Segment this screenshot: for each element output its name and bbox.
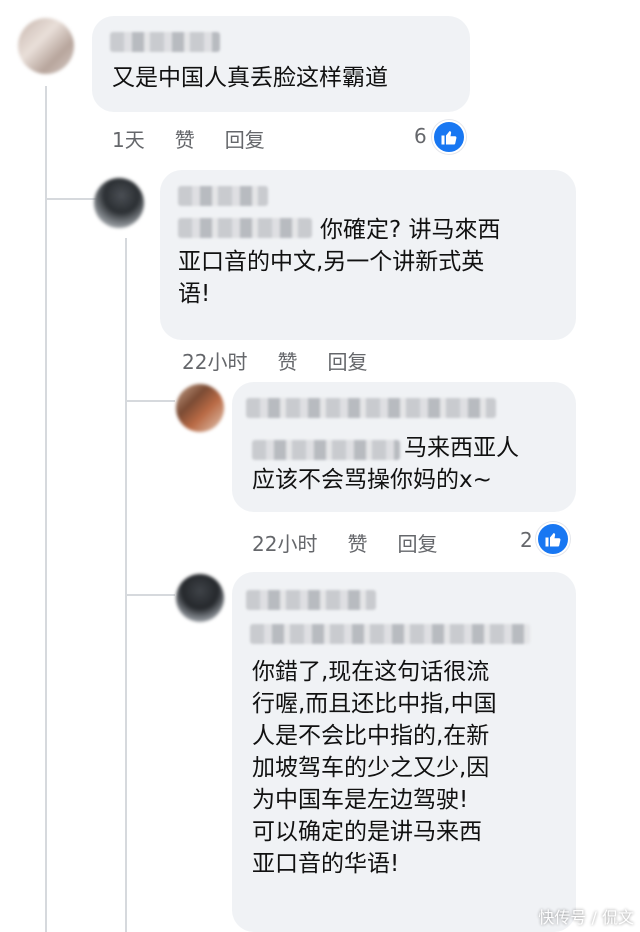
thumbs-up-icon[interactable] bbox=[536, 522, 570, 556]
like-button[interactable]: 赞 bbox=[175, 124, 195, 153]
reply-button[interactable]: 回复 bbox=[327, 346, 367, 375]
avatar[interactable] bbox=[176, 384, 224, 432]
reply-button[interactable]: 回复 bbox=[225, 124, 265, 153]
thumbs-up-icon[interactable] bbox=[432, 120, 466, 154]
comment-time[interactable]: 22小时 bbox=[252, 528, 317, 557]
thread-connector-2 bbox=[125, 400, 175, 402]
commenter-name-blurred[interactable] bbox=[250, 624, 530, 644]
like-count: 2 bbox=[520, 528, 533, 552]
comment-time[interactable]: 1天 bbox=[112, 124, 145, 153]
thread-line-main bbox=[45, 86, 47, 932]
thread-connector-3 bbox=[125, 594, 175, 596]
like-button[interactable]: 赞 bbox=[347, 528, 367, 557]
commenter-name-blurred[interactable] bbox=[178, 186, 268, 206]
reply-button[interactable]: 回复 bbox=[397, 528, 437, 557]
like-count: 6 bbox=[414, 124, 427, 148]
avatar[interactable] bbox=[18, 18, 74, 74]
comment-text-2: 你確定? 讲马來西 亚口音的中文,另一个讲新式英 语! bbox=[178, 217, 501, 307]
commenter-name-blurred[interactable] bbox=[246, 398, 496, 418]
avatar[interactable] bbox=[176, 574, 224, 622]
like-button[interactable]: 赞 bbox=[277, 346, 297, 375]
commenter-name-blurred[interactable] bbox=[246, 590, 376, 610]
avatar[interactable] bbox=[94, 178, 144, 228]
comment-text-4: 你錯了,现在这句话很流 行喔,而且还比中指,中国 人是不会比中指的,在新 加坡驾… bbox=[252, 659, 497, 877]
watermark: 快传号 / 侃文 bbox=[538, 908, 634, 927]
comment-actions-2: 22小时 赞 回复 bbox=[182, 346, 367, 375]
comment-text-3: 马来西亚人 应该不会骂操你妈的x~ bbox=[252, 435, 519, 493]
comment-text-1: 又是中国人真丢脸这样霸道 bbox=[112, 65, 388, 91]
commenter-name-blurred[interactable] bbox=[110, 32, 220, 52]
comment-actions-1: 1天 赞 回复 bbox=[112, 124, 265, 153]
thread-line-secondary bbox=[125, 238, 127, 932]
comment-time[interactable]: 22小时 bbox=[182, 346, 247, 375]
comment-actions-3: 22小时 赞 回复 bbox=[252, 528, 437, 557]
